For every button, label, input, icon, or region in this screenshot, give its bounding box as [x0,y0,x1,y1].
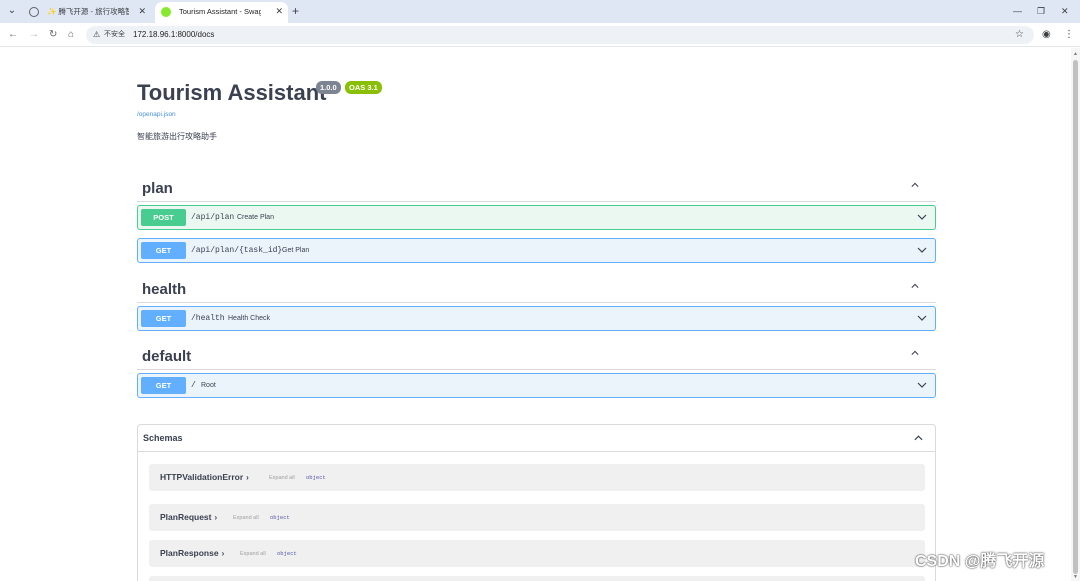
tab-title: Tourism Assistant - Swagger [179,7,261,16]
tag-health-header[interactable]: health [137,277,936,303]
op-path: /api/plan [191,213,235,222]
kebab-menu-icon[interactable]: ⋮ [1064,28,1074,42]
home-icon[interactable]: ⌂ [68,28,74,42]
swagger-icon [161,7,171,17]
scroll-up-icon[interactable]: ▲ [1073,51,1078,57]
op-path: /health [191,314,225,323]
op-path: / [191,381,196,390]
version-badge: 1.0.0 [316,81,341,94]
op-path: /api/plan/{task_id} [191,246,283,255]
scroll-down-icon[interactable]: ▼ [1073,574,1078,580]
model-type: object [277,550,297,557]
op-post-api-plan[interactable]: POST /api/plan Create Plan [137,205,936,230]
scrollbar-thumb[interactable] [1073,60,1078,574]
tab-strip: ⌄ ✨ 腾飞开源 - 旅行攻略智能助 ✕ Tourism Assistant -… [0,0,1080,23]
chevron-up-icon[interactable] [911,181,919,189]
page-scrollbar[interactable]: ▲ ▼ [1071,48,1080,581]
star-icon[interactable]: ☆ [1015,26,1024,44]
chevron-right-icon: › [221,549,225,558]
tab-swagger[interactable]: Tourism Assistant - Swagger ✕ [155,2,288,23]
chevron-down-icon[interactable] [917,314,927,322]
watermark: CSDN @腾飞开源 [915,553,1045,570]
tag-name: default [142,348,192,365]
chevron-down-icon[interactable] [917,213,927,221]
schema-model[interactable] [149,576,925,581]
chevron-right-icon: › [246,473,249,482]
model-name[interactable]: HTTPValidationError › [160,464,249,491]
op-summary: Health Check [228,315,271,322]
tag-name: plan [142,180,173,197]
profile-icon[interactable]: ◉ [1042,28,1051,42]
close-icon[interactable]: ✕ [275,2,283,21]
chevron-up-icon[interactable] [911,282,919,290]
warning-icon: ⚠ [93,30,101,39]
tag-name: health [142,281,187,298]
schema-model[interactable]: PlanRequest › Expand all object [149,504,925,531]
chevron-down-icon[interactable] [917,381,927,389]
tab-title: ✨ 腾飞开源 - 旅行攻略智能助 [47,7,129,16]
security-label: 不安全 [104,31,125,38]
api-description: 智能旅游出行攻略助手 [137,132,217,141]
url-text[interactable]: 172.18.96.1:8000/docs [133,26,214,44]
expand-all-link[interactable]: Expand all [269,464,295,492]
window-close-icon[interactable]: ✕ [1061,3,1069,19]
api-title: Tourism Assistant [137,80,327,105]
expand-all-link[interactable]: Expand all [240,540,266,568]
op-summary: Root [201,382,216,389]
op-get-api-plan-task[interactable]: GET /api/plan/{task_id} Get Plan [137,238,936,263]
chevron-right-icon: › [214,513,218,522]
schemas-header[interactable]: Schemas [138,425,935,452]
schema-model[interactable]: HTTPValidationError › Expand all object [149,464,925,491]
op-get-health[interactable]: GET /health Health Check [137,306,936,331]
close-icon[interactable]: ✕ [138,2,146,21]
model-name[interactable]: PlanResponse › [160,540,224,567]
schemas-title: Schemas [143,433,183,443]
tab-search-icon[interactable]: ⌄ [4,3,20,19]
browser-toolbar: ← → ↻ ⌂ ⚠ 不安全 172.18.96.1:8000/docs ☆ ◉ … [0,23,1080,47]
schemas-section: Schemas HTTPValidationError › Expand all … [137,424,936,581]
forward-icon[interactable]: → [29,28,39,42]
expand-all-link[interactable]: Expand all [233,504,259,532]
minimize-icon[interactable]: — [1013,3,1022,19]
tab-tengfei[interactable]: ✨ 腾飞开源 - 旅行攻略智能助 ✕ [23,2,151,23]
method-badge: GET [141,242,186,259]
method-badge: POST [141,209,186,226]
openapi-link[interactable]: /openapi.json [137,110,176,119]
model-type: object [306,474,326,481]
reload-icon[interactable]: ↻ [49,28,57,42]
op-get-root[interactable]: GET / Root [137,373,936,398]
restore-icon[interactable]: ❐ [1037,3,1045,19]
globe-icon [29,7,39,17]
method-badge: GET [141,310,186,327]
chevron-down-icon[interactable] [917,246,927,254]
address-bar[interactable]: ⚠ 不安全 172.18.96.1:8000/docs ☆ [86,26,1034,44]
method-badge: GET [141,377,186,394]
model-name[interactable]: PlanRequest › [160,504,217,531]
tag-plan-header[interactable]: plan [137,176,936,202]
oas-badge: OAS 3.1 [345,81,382,94]
new-tab-icon[interactable]: + [292,2,299,20]
model-type: object [270,514,290,521]
op-summary: Create Plan [237,214,274,221]
back-icon[interactable]: ← [8,28,18,42]
chevron-up-icon[interactable] [914,434,923,442]
chevron-up-icon[interactable] [911,349,919,357]
op-summary: Get Plan [282,247,310,254]
tag-default-header[interactable]: default [137,344,936,370]
schema-model[interactable]: PlanResponse › Expand all object [149,540,925,567]
